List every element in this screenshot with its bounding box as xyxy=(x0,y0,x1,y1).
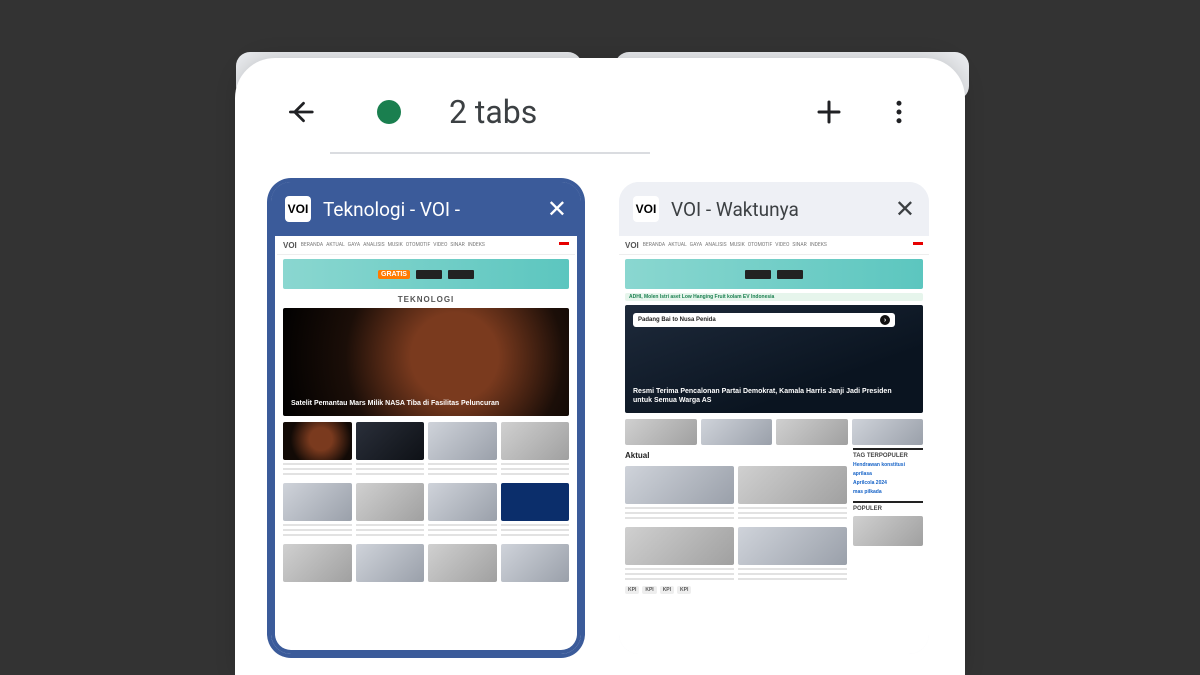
site-logo: VOI xyxy=(625,241,639,250)
site-nav: BERANDAAKTUALGAYAANALISISMUSIKOTOMOTIFVI… xyxy=(643,242,827,248)
tab-card[interactable]: VOI VOI - Waktunya ✕ VOI BERANDAAKTUALGA… xyxy=(619,182,929,654)
sidebar-link: Aprilcola 2024 xyxy=(853,480,923,486)
tab-preview[interactable]: VOI BERANDAAKTUALGAYAANALISISMUSIKOTOMOT… xyxy=(619,236,929,654)
favicon: VOI xyxy=(633,196,659,222)
hero-image: Satelit Pemantau Mars Milik NASA Tiba di… xyxy=(283,308,569,416)
sidebar-heading: POPULER xyxy=(853,501,923,512)
flag-icon xyxy=(913,242,923,248)
stage: VOI Viewing Publishers ✕ VOI Hasil penca… xyxy=(0,0,1200,675)
article-row xyxy=(625,466,847,521)
article-row xyxy=(625,419,923,445)
close-tab-button[interactable]: ✕ xyxy=(895,195,915,223)
more-button[interactable] xyxy=(877,90,921,134)
more-vert-icon xyxy=(884,97,914,127)
hero-image: Padang Bai to Nusa Penida › Resmi Terima… xyxy=(625,305,923,413)
sidebar-heading: TAG TERPOPULER xyxy=(853,448,923,459)
arrow-left-icon xyxy=(286,97,316,127)
tab-card-title: Teknologi - VOI - xyxy=(323,198,535,221)
section-heading: TEKNOLOGI xyxy=(277,293,575,308)
tab-card[interactable]: VOI Teknologi - VOI - ✕ VOI BERANDAAKTUA… xyxy=(271,182,581,654)
sidebar-link: aprilasa xyxy=(853,471,923,477)
tab-count-label: 2 tabs xyxy=(449,93,537,131)
preview-sidebar: TAG TERPOPULER Hendrawan konstitusi apri… xyxy=(853,448,923,546)
article-row xyxy=(283,483,569,538)
preview-banner xyxy=(625,259,923,289)
preview-nav: VOI BERANDAAKTUALGAYAANALISISMUSIKOTOMOT… xyxy=(277,236,575,255)
favicon: VOI xyxy=(285,196,311,222)
notice-bar: ADHI, Molen Istri aset Low Hanging Fruit… xyxy=(625,293,923,301)
new-tab-button[interactable] xyxy=(807,90,851,134)
tab-preview[interactable]: VOI BERANDAAKTUALGAYAANALISISMUSIKOTOMOT… xyxy=(277,236,575,648)
plus-icon xyxy=(814,97,844,127)
banner-badge: GRATIS xyxy=(378,270,410,279)
hero-caption: Resmi Terima Pencalonan Partai Demokrat,… xyxy=(633,388,893,405)
close-tab-button[interactable]: ✕ xyxy=(547,195,567,223)
tab-card-header: VOI Teknologi - VOI - ✕ xyxy=(271,182,581,236)
toolbar: 2 tabs xyxy=(235,58,965,144)
tab-grid: VOI Teknologi - VOI - ✕ VOI BERANDAAKTUA… xyxy=(235,154,965,675)
tab-switcher-sheet: 2 tabs VOI Teknologi - VOI - ✕ VOI xyxy=(235,58,965,675)
hero-caption: Satelit Pemantau Mars Milik NASA Tiba di… xyxy=(291,400,539,408)
article-row xyxy=(283,422,569,477)
site-nav: BERANDAAKTUALGAYAANALISISMUSIKOTOMOTIFVI… xyxy=(301,242,485,248)
article-row xyxy=(283,544,569,582)
go-icon: › xyxy=(880,315,890,325)
incognito-indicator-dot xyxy=(377,100,401,124)
sidebar-link: Hendrawan konstitusi xyxy=(853,462,923,468)
preview-nav: VOI BERANDAAKTUALGAYAANALISISMUSIKOTOMOT… xyxy=(619,236,929,255)
preview-banner: GRATIS xyxy=(283,259,569,289)
tab-card-title: VOI - Waktunya xyxy=(671,198,883,221)
tab-card-header: VOI VOI - Waktunya ✕ xyxy=(619,182,929,236)
flag-icon xyxy=(559,242,569,248)
site-logo: VOI xyxy=(283,241,297,250)
sidebar-link: mas pilkada xyxy=(853,489,923,495)
back-button[interactable] xyxy=(279,90,323,134)
article-row: KPIKPIKPIKPI xyxy=(625,527,847,594)
route-chip: Padang Bai to Nusa Penida › xyxy=(633,313,895,327)
badge-row: KPIKPIKPIKPI xyxy=(625,586,734,594)
